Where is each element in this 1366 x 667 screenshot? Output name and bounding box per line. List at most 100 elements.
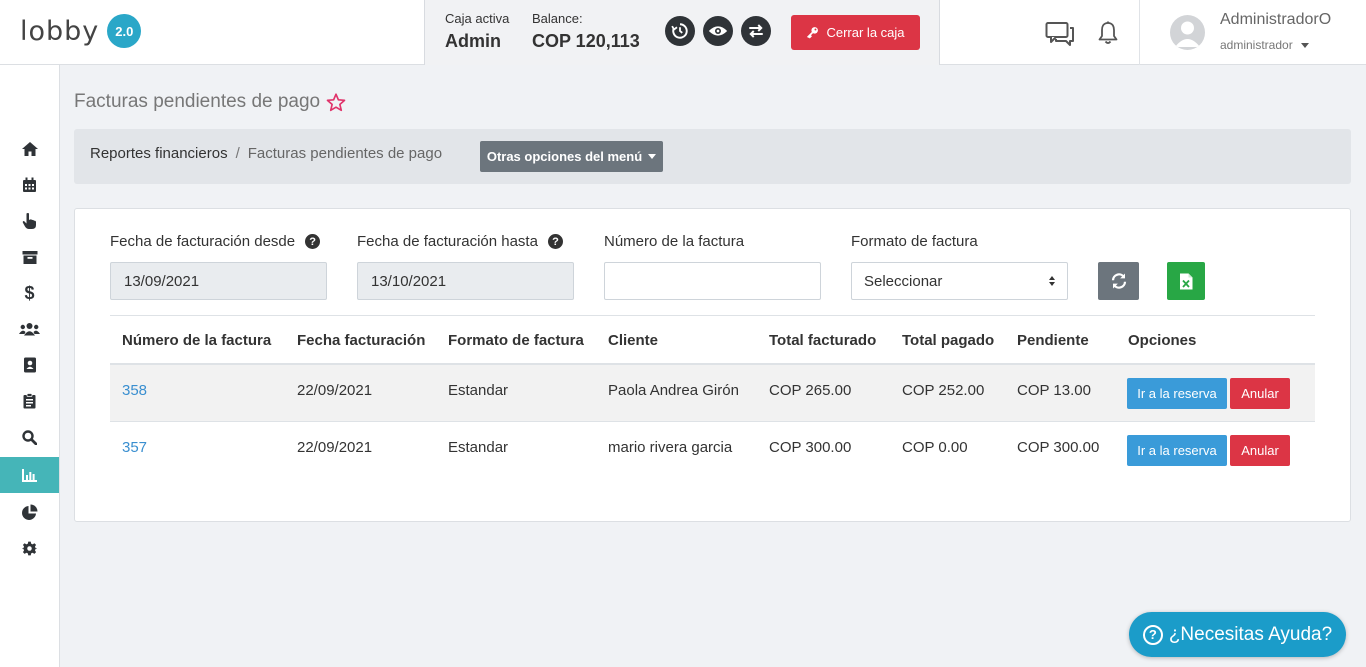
cashbox-panel: Caja activa Admin Balance: COP 120,113 C… — [424, 0, 940, 65]
messages-button[interactable] — [1045, 21, 1075, 52]
date-to-label: Fecha de facturación hasta ? — [357, 233, 563, 250]
archive-icon — [22, 250, 37, 264]
invoice-number-label: Número de la factura — [604, 233, 744, 250]
notifications-button[interactable] — [1097, 21, 1119, 50]
export-excel-button[interactable] — [1167, 262, 1205, 300]
sidebar-item-calendar[interactable] — [0, 167, 59, 203]
invoice-number-input[interactable] — [604, 262, 821, 300]
invoices-card: Fecha de facturación desde ? Fecha de fa… — [74, 208, 1351, 522]
user-name[interactable]: AdministradorO — [1220, 11, 1331, 29]
exchange-icon — [749, 24, 763, 38]
invoice-paid: COP 0.00 — [902, 439, 968, 456]
balance-value: COP 120,113 — [532, 31, 640, 51]
bell-icon — [1098, 21, 1118, 44]
active-cashbox: Caja activa Admin — [445, 11, 509, 52]
date-from-input[interactable] — [110, 262, 327, 300]
invoice-date: 22/09/2021 — [297, 439, 373, 456]
user-role-dropdown[interactable]: administrador — [1220, 38, 1309, 52]
sidebar-item-contacts[interactable] — [0, 347, 59, 383]
pie-chart-icon — [22, 504, 38, 520]
sidebar-item-statistics[interactable] — [0, 494, 59, 530]
col-invoice-number: Número de la factura — [122, 332, 272, 349]
balance: Balance: COP 120,113 — [532, 11, 640, 52]
go-to-reservation-button[interactable]: Ir a la reserva — [1127, 435, 1227, 466]
question-circle-icon: ? — [1142, 624, 1163, 645]
invoice-format: Estandar — [448, 382, 509, 399]
breadcrumb-current: Facturas pendientes de pago — [247, 145, 443, 162]
invoice-format: Estandar — [448, 439, 509, 456]
col-invoice-date: Fecha facturación — [297, 332, 426, 349]
transfer-button[interactable] — [741, 16, 771, 46]
sidebar-item-search[interactable] — [0, 419, 59, 455]
sidebar-item-archive[interactable] — [0, 239, 59, 275]
void-invoice-button[interactable]: Anular — [1230, 378, 1290, 409]
table-row: 358 22/09/2021 Estandar Paola Andrea Gir… — [110, 365, 1315, 422]
table-header: Número de la factura Fecha facturación F… — [110, 315, 1315, 365]
page-title-text: Facturas pendientes de pago — [74, 91, 321, 112]
chevron-down-icon — [1300, 43, 1309, 49]
col-total-billed: Total facturado — [769, 332, 877, 349]
invoice-number-link[interactable]: 357 — [122, 439, 147, 456]
close-cashbox-button[interactable]: Cerrar la caja — [791, 15, 920, 50]
dollar-icon: $ — [24, 282, 35, 303]
sidebar-item-finance[interactable]: $ — [0, 275, 59, 311]
home-icon — [21, 142, 38, 156]
invoice-client: Paola Andrea Girón — [608, 382, 739, 399]
help-chat-button[interactable]: ? ¿Necesitas Ayuda? — [1129, 612, 1346, 657]
logo[interactable]: lobby 2.0 — [20, 14, 142, 48]
star-icon[interactable] — [326, 92, 346, 112]
address-book-icon — [23, 357, 36, 373]
col-total-paid: Total pagado — [902, 332, 995, 349]
clipboard-icon — [23, 393, 36, 409]
invoice-total: COP 300.00 — [769, 439, 852, 456]
invoice-format-value: Seleccionar — [864, 272, 943, 290]
other-menu-options-button[interactable]: Otras opciones del menú — [480, 141, 663, 172]
view-button[interactable] — [703, 16, 733, 46]
invoice-client: mario rivera garcia — [608, 439, 733, 456]
other-menu-options-label: Otras opciones del menú — [486, 149, 643, 164]
hand-pointer-icon — [22, 213, 36, 229]
eye-icon — [708, 26, 728, 36]
invoice-number-label-text: Número de la factura — [604, 233, 745, 250]
col-invoice-format: Formato de factura — [448, 332, 584, 349]
breadcrumb-trail: Reportes financieros / Facturas pendientes… — [90, 145, 442, 162]
col-client: Cliente — [608, 332, 659, 349]
invoice-format-select[interactable]: Seleccionar — [851, 262, 1068, 300]
bar-chart-icon — [21, 469, 37, 482]
help-chat-label: ¿Necesitas Ayuda? — [1168, 623, 1333, 645]
help-icon[interactable]: ? — [305, 234, 321, 249]
user-separator — [1139, 0, 1140, 65]
avatar[interactable] — [1170, 15, 1205, 50]
key-icon — [807, 27, 819, 39]
top-bar: lobby 2.0 Caja activa Admin Balance: COP… — [0, 0, 1366, 65]
invoice-total: COP 265.00 — [769, 382, 852, 399]
invoice-number-link[interactable]: 358 — [122, 382, 147, 399]
version-badge: 2.0 — [107, 14, 142, 48]
sidebar-item-reports[interactable] — [0, 383, 59, 419]
col-options: Opciones — [1128, 332, 1197, 349]
page-title: Facturas pendientes de pago — [74, 91, 346, 113]
excel-file-icon — [1180, 273, 1193, 289]
col-pending: Pendiente — [1017, 332, 1089, 349]
active-cashbox-value: Admin — [445, 31, 501, 51]
sidebar-item-settings[interactable] — [0, 530, 59, 566]
invoice-paid: COP 252.00 — [902, 382, 985, 399]
date-to-input[interactable] — [357, 262, 574, 300]
user-avatar-icon — [1175, 21, 1200, 47]
gear-icon — [22, 541, 37, 555]
sidebar-item-charts[interactable] — [0, 457, 59, 493]
sidebar-item-home[interactable] — [0, 131, 59, 167]
sidebar-item-checkin[interactable] — [0, 203, 59, 239]
history-icon — [671, 23, 688, 39]
sidebar-item-users[interactable] — [0, 311, 59, 347]
invoice-format-label-text: Formato de factura — [851, 233, 978, 250]
table-row: 357 22/09/2021 Estandar mario rivera gar… — [110, 422, 1315, 479]
void-invoice-button[interactable]: Anular — [1230, 435, 1290, 466]
breadcrumb-parent[interactable]: Reportes financieros — [90, 145, 228, 162]
go-to-reservation-button[interactable]: Ir a la reserva — [1127, 378, 1227, 409]
help-icon[interactable]: ? — [547, 234, 563, 249]
breadcrumb-separator: / — [235, 145, 240, 162]
history-button[interactable] — [665, 16, 695, 46]
balance-label: Balance: — [532, 11, 583, 26]
refresh-button[interactable] — [1098, 262, 1139, 300]
